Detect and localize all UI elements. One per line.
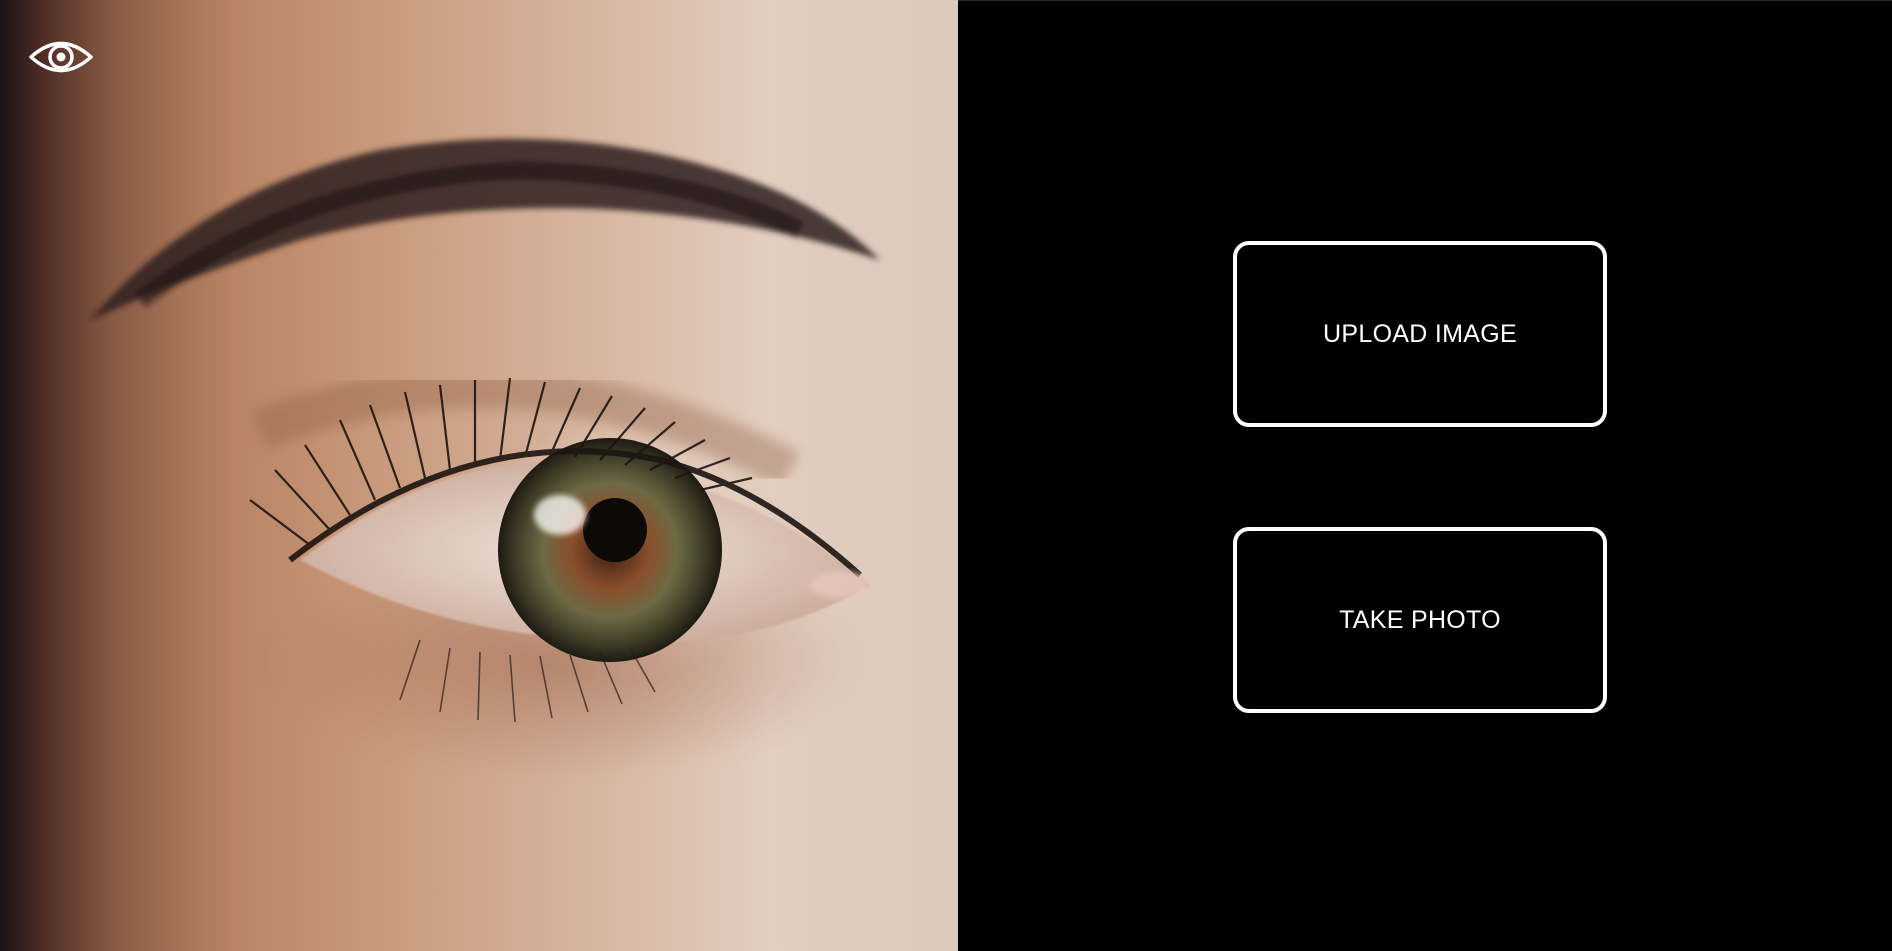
eye-pupil bbox=[583, 498, 647, 562]
tear-duct bbox=[810, 571, 870, 599]
eye-icon[interactable] bbox=[28, 36, 94, 78]
eyebrow bbox=[90, 138, 880, 320]
take-photo-button[interactable]: TAKE PHOTO bbox=[1233, 527, 1607, 713]
app-root: UPLOAD IMAGE TAKE PHOTO bbox=[0, 0, 1892, 951]
eye-reflection bbox=[534, 495, 586, 535]
upload-image-button[interactable]: UPLOAD IMAGE bbox=[1233, 241, 1607, 427]
action-panel: UPLOAD IMAGE TAKE PHOTO bbox=[958, 0, 1892, 951]
hero-image-panel bbox=[0, 0, 958, 951]
eye-photo bbox=[90, 138, 880, 780]
eyelid-crease bbox=[252, 368, 800, 488]
